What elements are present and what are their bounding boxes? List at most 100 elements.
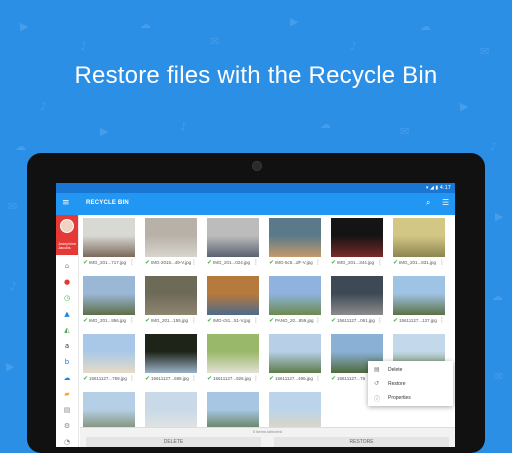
grid-item[interactable]: ✔IMG_201...956.jpg ⋮: [80, 274, 138, 332]
context-menu-item-restore[interactable]: ↺ Restore: [368, 377, 453, 391]
more-options-icon[interactable]: ⋮: [253, 375, 259, 382]
grid-item[interactable]: ✔IMG_201...831.jpg ⋮: [390, 216, 448, 274]
file-caption: ✔IMG_201...155.jpg ⋮: [145, 317, 197, 326]
file-name: IMG_201...344.jpg: [337, 260, 375, 265]
more-options-icon[interactable]: ⋮: [191, 317, 197, 324]
drive-icon[interactable]: ▲: [62, 309, 72, 319]
status-indicators: ▾ ◢ ▮ 4:17: [425, 185, 451, 191]
photo-thumbnail[interactable]: [207, 276, 259, 315]
file-caption: ✔15611127...061.jpg ⋮: [331, 317, 383, 326]
check-circle-icon: ✔: [145, 317, 151, 324]
tablet-camera: [252, 161, 262, 171]
grid-item[interactable]: ✔15611127...926.jpg⋮: [204, 332, 262, 390]
file-name: 15611127...759.jpg: [89, 376, 127, 381]
check-circle-icon: ✔: [145, 259, 151, 266]
more-options-icon[interactable]: ⋮: [129, 259, 135, 266]
context-menu-item-properties[interactable]: ⓘ Properties: [368, 391, 453, 405]
photo-thumbnail[interactable]: [393, 276, 445, 315]
check-circle-icon: ✔: [145, 375, 151, 382]
file-caption: ✔IMG_201...831.jpg ⋮: [393, 259, 445, 268]
check-circle-icon: ✔: [331, 259, 337, 266]
photo-thumbnail[interactable]: [145, 218, 197, 257]
photo-thumbnail[interactable]: [269, 218, 321, 257]
clock-icon[interactable]: ◷: [62, 293, 72, 303]
more-options-icon[interactable]: ⋮: [439, 259, 445, 266]
photo-thumbnail[interactable]: [331, 218, 383, 257]
file-caption: ✔PANO_20...859.jpg ⋮: [269, 317, 321, 326]
photo-thumbnail[interactable]: [269, 276, 321, 315]
more-options-icon[interactable]: ⋮: [315, 375, 321, 382]
photo-thumbnail[interactable]: [145, 334, 197, 373]
photo-thumbnail[interactable]: [207, 218, 259, 257]
help-icon[interactable]: ◔: [62, 437, 72, 447]
settings-icon[interactable]: ⚙: [62, 421, 72, 431]
grid-item[interactable]: ✔IMG_201...024.jpg ⋮: [204, 216, 262, 274]
photo-thumbnail[interactable]: [145, 392, 197, 431]
grid-item[interactable]: ✔IMG_201...155.jpg ⋮: [142, 274, 200, 332]
photo-thumbnail[interactable]: [207, 334, 259, 373]
grid-item[interactable]: ✔15611127...759.jpg ⋮: [80, 332, 138, 390]
file-caption: ✔IMG_201...024.jpg ⋮: [207, 259, 259, 268]
home-icon[interactable]: ⌂: [62, 261, 72, 271]
grid-item[interactable]: ✔IMG-5c5...dF-V.jpg ⋮: [266, 216, 324, 274]
storage-icon[interactable]: ▰: [62, 389, 72, 399]
grid-item[interactable]: ✔15611127...137.jpg ⋮: [390, 274, 448, 332]
photo-thumbnail[interactable]: [207, 392, 259, 431]
selection-count: 0 items selected: [253, 429, 282, 434]
check-circle-icon: ✔: [393, 259, 399, 266]
photo-thumbnail[interactable]: [83, 276, 135, 315]
grid-item[interactable]: ✔PANO_20...859.jpg ⋮: [266, 274, 324, 332]
grid-item[interactable]: ✔15611127...061.jpg ⋮: [328, 274, 386, 332]
check-circle-icon: ✔: [269, 375, 275, 382]
grid-item[interactable]: ✔IMG_201...344.jpg ⋮: [328, 216, 386, 274]
file-caption: ✔IMG-5c5...dF-V.jpg ⋮: [269, 259, 321, 268]
more-options-icon[interactable]: ⋮: [129, 375, 135, 382]
more-options-icon[interactable]: ⋮: [377, 317, 383, 324]
headline: Restore files with the Recycle Bin: [74, 62, 438, 89]
file-name: IMG-5c5...dF-V.jpg: [275, 260, 313, 265]
file-caption: ✔15611127...759.jpg ⋮: [83, 375, 135, 384]
more-options-icon[interactable]: ⋮: [377, 259, 383, 266]
restore-icon: ↺: [374, 380, 380, 387]
photo-thumbnail[interactable]: [393, 218, 445, 257]
cloud-icon[interactable]: ☁: [62, 373, 72, 383]
grid-item[interactable]: ✔IMG_201...717.jpg ⋮: [80, 216, 138, 274]
more-options-icon[interactable]: ⋮: [191, 375, 197, 382]
context-menu-label: Properties: [388, 395, 411, 401]
search-icon[interactable]: ⌕: [426, 198, 430, 208]
photo-thumbnail[interactable]: [83, 334, 135, 373]
grid-item[interactable]: ✔IMG-2015...49-V.jpg ⋮: [142, 216, 200, 274]
more-options-icon[interactable]: ⋮: [191, 259, 197, 266]
photo-thumbnail[interactable]: [83, 218, 135, 257]
more-options-icon[interactable]: ⋮: [253, 259, 259, 266]
google-drive-icon[interactable]: ◭: [62, 325, 72, 335]
chrome-icon[interactable]: ●: [62, 277, 72, 287]
grid-item[interactable]: ✔15611127...496.jpg ⋮: [266, 332, 324, 390]
photo-thumbnail[interactable]: [145, 276, 197, 315]
box-icon[interactable]: b: [62, 357, 72, 367]
photo-thumbnail[interactable]: [269, 334, 321, 373]
file-caption: ✔IMG_201...344.jpg ⋮: [331, 259, 383, 268]
photo-thumbnail[interactable]: [83, 392, 135, 431]
check-circle-icon: ✔: [207, 259, 213, 266]
more-options-icon[interactable]: ⋮: [315, 317, 321, 324]
delete-button[interactable]: DELETE: [86, 437, 261, 447]
context-menu-item-delete[interactable]: ▤ Delete: [368, 363, 453, 377]
status-bar: ▾ ◢ ▮ 4:17: [56, 183, 455, 193]
file-name: IMG_201...717.jpg: [89, 260, 127, 265]
photo-thumbnail[interactable]: [269, 392, 321, 431]
grid-item[interactable]: ✔15611127...698.jpg ⋮: [142, 332, 200, 390]
trash-nav-icon[interactable]: ▤: [62, 405, 72, 415]
more-options-icon[interactable]: ⋮: [315, 259, 321, 266]
sort-icon[interactable]: ☰: [442, 198, 449, 207]
file-name: 15611127...926.jpg: [213, 376, 251, 381]
restore-button[interactable]: RESTORE: [274, 437, 449, 447]
grid-item[interactable]: ✔IMG-c51...51-V.jpg ⋮: [204, 274, 262, 332]
menu-icon[interactable]: ≡: [62, 199, 70, 208]
more-options-icon[interactable]: ⋮: [253, 317, 259, 324]
photo-thumbnail[interactable]: [331, 276, 383, 315]
amazon-icon[interactable]: a: [62, 341, 72, 351]
more-options-icon[interactable]: ⋮: [129, 317, 135, 324]
profile-header[interactable]: Josephine Jacobs: [56, 215, 78, 255]
more-options-icon[interactable]: ⋮: [439, 317, 445, 324]
